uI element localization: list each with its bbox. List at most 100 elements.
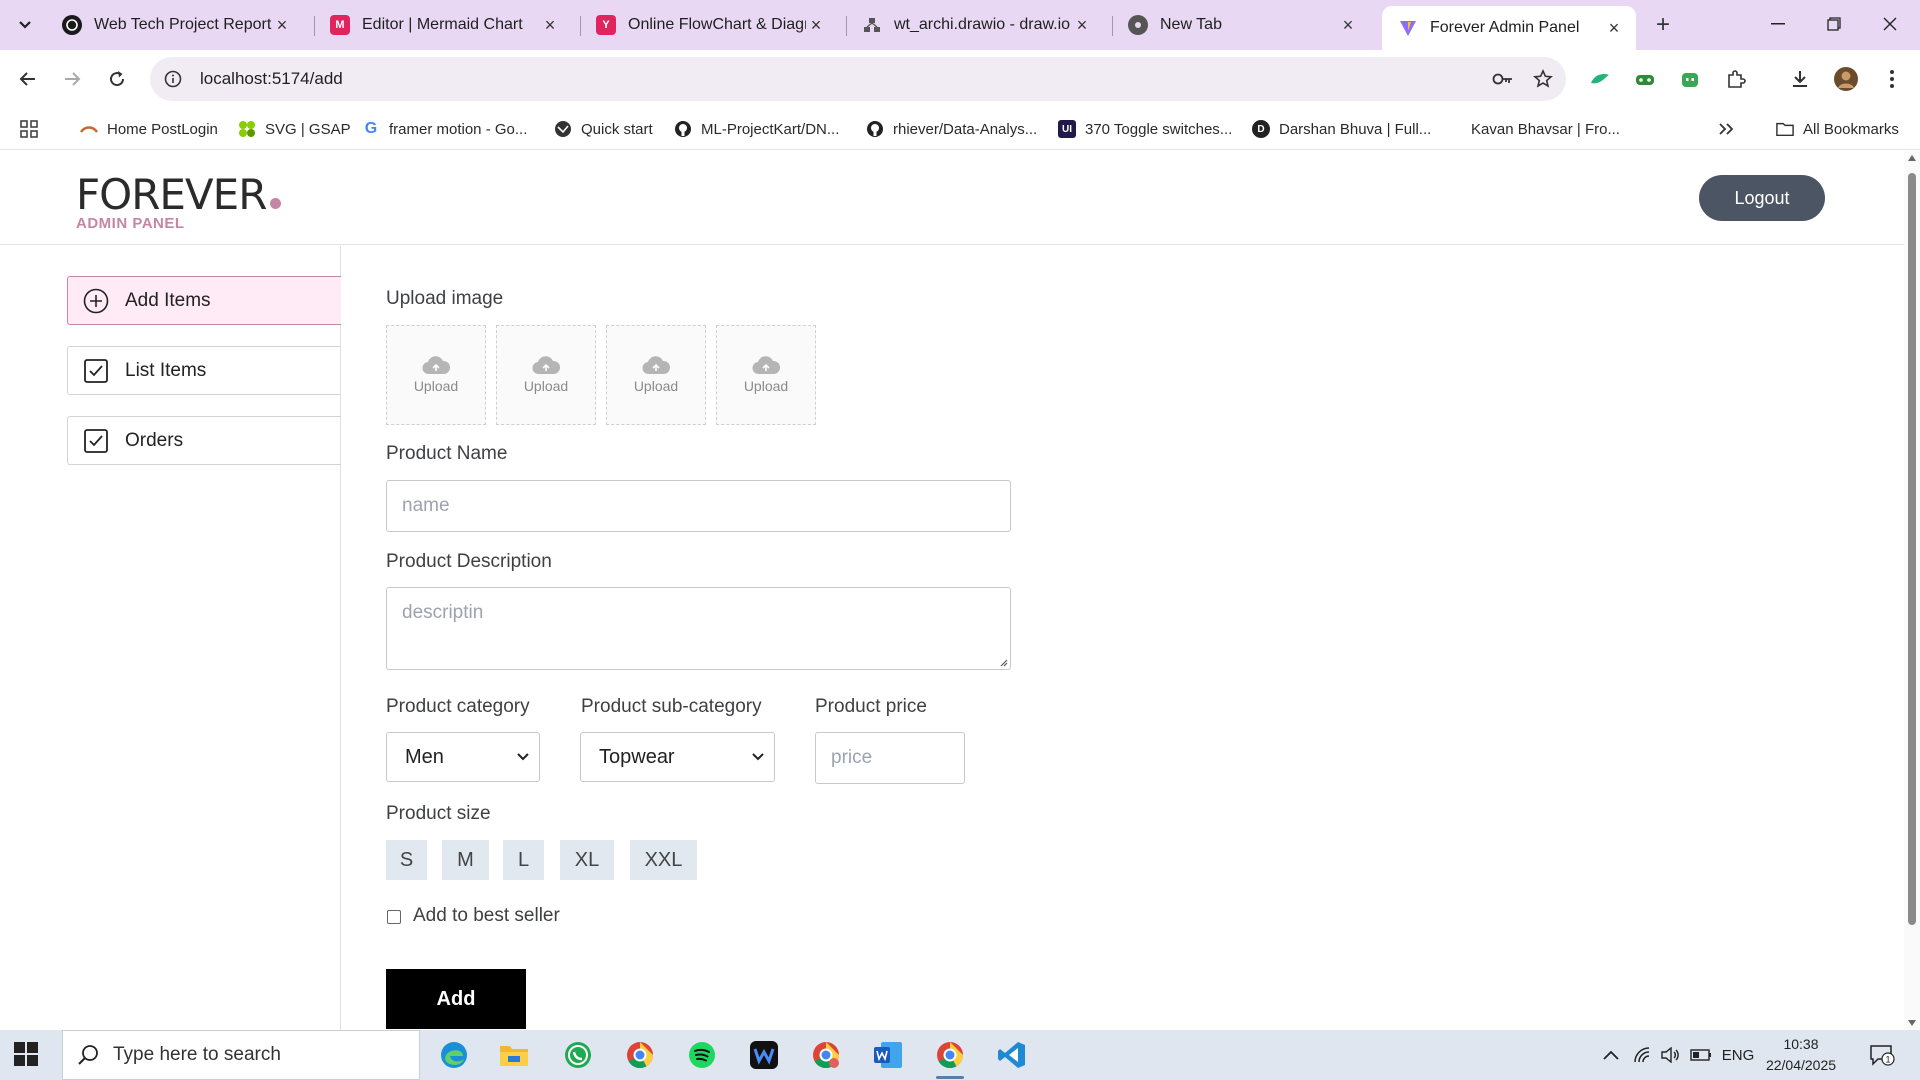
product-category-select[interactable]: Men: [386, 732, 540, 782]
upload-slot-1[interactable]: Upload: [386, 325, 486, 425]
forever-logo[interactable]: FOREVER ADMIN PANEL: [76, 173, 282, 232]
logout-button[interactable]: Logout: [1699, 175, 1825, 221]
github-icon: [866, 120, 884, 138]
scroll-down-arrow-icon[interactable]: [1908, 1020, 1916, 1026]
reload-icon[interactable]: [101, 63, 133, 95]
forward-arrow-icon[interactable]: [56, 63, 88, 95]
close-tab-icon[interactable]: ×: [540, 15, 560, 35]
word-icon[interactable]: [864, 1035, 912, 1075]
media-player-icon[interactable]: [740, 1035, 788, 1075]
tab-new-tab[interactable]: New Tab ×: [1112, 8, 1370, 42]
close-tab-icon[interactable]: ×: [1604, 18, 1624, 38]
all-bookmarks-folder[interactable]: All Bookmarks: [1776, 118, 1899, 140]
resize-handle-icon[interactable]: [998, 657, 1008, 667]
tab-mermaid-editor[interactable]: M Editor | Mermaid Chart ×: [314, 8, 572, 42]
scrollbar-thumb[interactable]: [1908, 173, 1916, 925]
size-option-xl[interactable]: XL: [560, 840, 614, 880]
bookmark-rhiever-data[interactable]: rhiever/Data-Analys...: [866, 118, 1037, 140]
chrome-profile-icon[interactable]: [802, 1035, 850, 1075]
upload-slot-4[interactable]: Upload: [716, 325, 816, 425]
sidebar-item-list-items[interactable]: List Items: [67, 346, 341, 395]
browser-menu-icon[interactable]: [1876, 63, 1908, 95]
site-info-icon[interactable]: [162, 68, 184, 90]
minimize-icon[interactable]: [1758, 6, 1798, 42]
product-price-input[interactable]: price: [815, 732, 965, 784]
url-text[interactable]: localhost:5174/add: [200, 69, 1486, 89]
close-tab-icon[interactable]: ×: [1338, 15, 1358, 35]
size-option-xxl[interactable]: XXL: [630, 840, 697, 880]
product-subcategory-label: Product sub-category: [581, 696, 762, 717]
bestseller-checkbox[interactable]: [387, 910, 401, 924]
upload-text: Upload: [743, 378, 789, 394]
tray-chevron-up-icon[interactable]: [1600, 1044, 1622, 1066]
taskbar-search[interactable]: Type here to search: [62, 1030, 420, 1080]
close-tab-icon[interactable]: ×: [1072, 15, 1092, 35]
tab-search-button[interactable]: [12, 12, 38, 38]
battery-icon[interactable]: [1690, 1044, 1712, 1066]
windows-start-icon[interactable]: [14, 1042, 40, 1068]
file-explorer-icon[interactable]: [490, 1035, 538, 1075]
bookmark-label: rhiever/Data-Analys...: [893, 120, 1038, 138]
tab-online-flowchart[interactable]: Y Online FlowChart & Diagra ×: [580, 8, 838, 42]
product-name-input[interactable]: name: [386, 480, 1011, 532]
page-scrollbar[interactable]: [1904, 151, 1920, 1030]
extension-game-icon[interactable]: [1629, 63, 1661, 95]
upload-slot-2[interactable]: Upload: [496, 325, 596, 425]
product-description-textarea[interactable]: descriptin: [386, 587, 1011, 670]
extension-robot-icon[interactable]: [1674, 63, 1706, 95]
extension-leaf-icon[interactable]: [1584, 63, 1616, 95]
drawio-icon: [862, 15, 882, 35]
back-arrow-icon[interactable]: [12, 63, 44, 95]
chrome-active-icon[interactable]: [926, 1035, 974, 1079]
close-tab-icon[interactable]: ×: [272, 15, 292, 35]
size-option-m[interactable]: M: [442, 840, 489, 880]
bookmark-framer-motion[interactable]: G framer motion - Go...: [362, 118, 528, 140]
bestseller-label[interactable]: Add to best seller: [413, 905, 560, 927]
extensions-puzzle-icon[interactable]: [1720, 63, 1752, 95]
edge-icon[interactable]: [430, 1035, 478, 1075]
bookmark-svg-gsap[interactable]: SVG | GSAP: [238, 118, 351, 140]
download-icon[interactable]: [1784, 63, 1816, 95]
more-bookmarks-chevron-icon[interactable]: [1718, 118, 1734, 140]
system-clock[interactable]: 10:38 22/04/2025: [1756, 1034, 1846, 1076]
tab-forever-admin-panel[interactable]: Forever Admin Panel ×: [1382, 6, 1636, 50]
apps-grid-icon[interactable]: [20, 118, 38, 140]
product-subcategory-select[interactable]: Topwear: [580, 732, 775, 782]
bookmark-home-postlogin[interactable]: Home PostLogin: [80, 118, 218, 140]
bookmark-star-icon[interactable]: [1526, 62, 1560, 96]
mermaid-icon: M: [330, 15, 350, 35]
tab-drawio[interactable]: wt_archi.drawio - draw.io ×: [846, 8, 1104, 42]
sidebar-item-orders[interactable]: Orders: [67, 416, 341, 465]
close-window-icon[interactable]: [1870, 6, 1910, 42]
google-icon: G: [364, 120, 378, 137]
address-bar[interactable]: localhost:5174/add: [150, 57, 1566, 101]
vscode-icon[interactable]: [988, 1035, 1036, 1075]
scroll-up-arrow-icon[interactable]: [1908, 155, 1916, 161]
profile-avatar-icon[interactable]: [1830, 63, 1862, 95]
restore-icon[interactable]: [1814, 6, 1854, 42]
chrome-taskbar-icon[interactable]: [616, 1035, 664, 1075]
whatsapp-icon[interactable]: [554, 1035, 602, 1075]
product-description-label: Product Description: [386, 551, 552, 572]
spotify-icon[interactable]: [678, 1035, 726, 1075]
size-option-l[interactable]: L: [503, 840, 544, 880]
bookmark-darshan-bhuva[interactable]: D Darshan Bhuva | Full...: [1252, 118, 1431, 140]
bookmark-ml-projectkart[interactable]: ML-ProjectKart/DN...: [674, 118, 839, 140]
password-key-icon[interactable]: [1486, 62, 1520, 96]
language-indicator[interactable]: ENG: [1720, 1044, 1756, 1066]
notifications-icon[interactable]: 1: [1864, 1044, 1900, 1066]
network-icon[interactable]: [1632, 1044, 1654, 1066]
upload-slot-3[interactable]: Upload: [606, 325, 706, 425]
size-option-s[interactable]: S: [386, 840, 427, 880]
add-submit-button[interactable]: Add: [386, 969, 526, 1029]
notification-count: 1: [1885, 1055, 1890, 1065]
sidebar-item-add-items[interactable]: Add Items: [67, 276, 341, 325]
volume-icon[interactable]: [1660, 1044, 1682, 1066]
bookmark-kavan-bhavsar[interactable]: Kavan Bhavsar | Fro...: [1444, 118, 1620, 140]
new-tab-button[interactable]: +: [1648, 10, 1678, 40]
bookmark-toggle-switches[interactable]: UI 370 Toggle switches...: [1058, 118, 1232, 140]
close-tab-icon[interactable]: ×: [806, 15, 826, 35]
tab-web-tech-report[interactable]: Web Tech Project Report ×: [46, 8, 304, 42]
bookmark-quick-start[interactable]: Quick start: [554, 118, 653, 140]
tab-title: Web Tech Project Report: [94, 16, 272, 33]
